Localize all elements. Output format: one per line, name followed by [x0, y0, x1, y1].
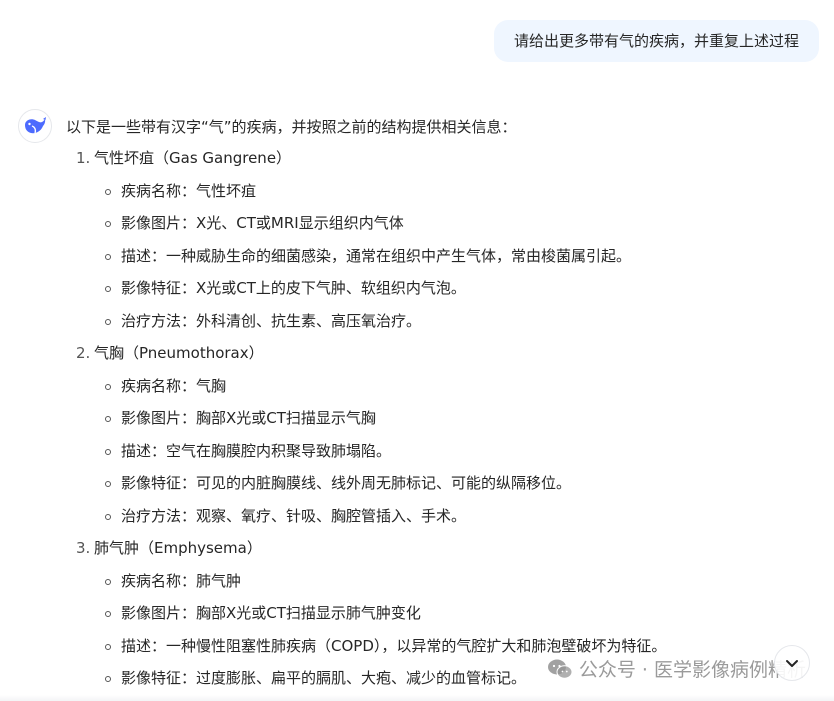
disease-details: 疾病名称：气胸影像图片：胸部X光或CT扫描显示气胸 描述：空气在胸膜腔内积聚导致肺… — [66, 370, 806, 533]
watermark: 公众号 · 医学影像病例精析 — [547, 655, 806, 682]
detail-item: 疾病名称：气性坏疽 — [66, 175, 806, 208]
detail-text: 描述：一种威胁生命的细菌感染，通常在组织中产生气体，常由梭菌属引起。 — [121, 246, 632, 265]
detail-text: 治疗方法：观察、氧疗、针吸、胸腔管插入、手术。 — [121, 506, 467, 525]
detail-text: 影像特征：可见的内脏胸膜线、线外周无肺标记、可能的纵隔移位。 — [121, 474, 572, 492]
wechat-icon — [547, 659, 573, 679]
assistant-avatar — [18, 109, 52, 143]
detail-text: 疾病名称：气性坏疽 — [121, 181, 257, 200]
disease-item: 1. 气性坏疽（Gas Gangrene） 疾病名称：气性坏疽 影像图片：X光、CT或… — [66, 142, 806, 337]
disease-details: 疾病名称：气性坏疽影像图片：X光、CT或MRI显示组织内气体描述：一种威胁生命的… — [66, 175, 806, 338]
disease-title-text: 气胸（Pneumothorax） — [94, 344, 264, 362]
disease-item: 2. 气胸（Pneumothorax） 疾病名称：气胸 影像图片：胸部X光或CT扫描显… — [66, 337, 806, 532]
detail-text: 疾病名称：肺气肿 — [121, 571, 242, 590]
detail-item: 描述：空气在胸膜腔内积聚导致肺塌陷。 — [66, 435, 806, 468]
detail-item: 治疗方法：观察、氧疗、针吸、胸腔管插入、手术。 — [66, 500, 806, 533]
user-message-text: 请给出更多带有气的疾病，并重复上述过程 — [513, 32, 799, 50]
detail-item: 影像特征：X光或CT上的皮下气肿、软组织内气泡。 — [66, 272, 806, 305]
detail-text: 影像图片：胸部X光或CT扫描显示气胸 — [121, 409, 376, 427]
detail-item: 影像特征：可见的内脏胸膜线、线外周无肺标记、可能的纵隔移位。 — [66, 467, 806, 500]
detail-text: 疾病名称：气胸 — [121, 376, 227, 395]
detail-item: 影像图片：胸部X光或CT扫描显示气胸 — [66, 402, 806, 435]
disease-title: 1. 气性坏疽（Gas Gangrene） — [66, 142, 806, 175]
detail-text: 影像图片：X光、CT或MRI显示组织内气体 — [121, 214, 404, 232]
watermark-text: 公众号 · 医学影像病例精析 — [578, 659, 806, 681]
user-message-bubble: 请给出更多带有气的疾病，并重复上述过程 — [493, 20, 819, 62]
disease-list: 1. 气性坏疽（Gas Gangrene） 疾病名称：气性坏疽 影像图片：X光、CT或… — [66, 142, 806, 695]
detail-item: 影像图片：X光、CT或MRI显示组织内气体 — [66, 207, 806, 240]
whale-logo-icon — [25, 117, 46, 134]
detail-item: 疾病名称：肺气肿 — [66, 565, 806, 598]
disease-number: 1. — [76, 149, 91, 167]
detail-item: 描述：一种威胁生命的细菌感染，通常在组织中产生气体，常由梭菌属引起。 — [66, 240, 806, 273]
detail-text: 治疗方法：外科清创、抗生素、高压氧治疗。 — [121, 311, 422, 330]
assistant-answer: 以下是一些带有汉字“气”的疾病，并按照之前的结构提供相关信息： 1. 气性坏疽（G… — [66, 112, 806, 695]
disease-number: 2. — [76, 344, 91, 362]
disease-title-text: 气性坏疽（Gas Gangrene） — [94, 149, 292, 167]
disease-title: 2. 气胸（Pneumothorax） — [66, 337, 806, 370]
detail-text: 影像图片：胸部X光或CT扫描显示肺气肿变化 — [121, 604, 421, 622]
chat-page: 请给出更多带有气的疾病，并重复上述过程 以下是一些带有汉字“气”的疾病，并按照之… — [0, 0, 834, 701]
detail-item: 疾病名称：气胸 — [66, 370, 806, 403]
disease-title-text: 肺气肿（Emphysema） — [94, 539, 262, 557]
detail-text: 描述：空气在胸膜腔内积聚导致肺塌陷。 — [121, 441, 392, 460]
disease-title: 3. 肺气肿（Emphysema） — [66, 532, 806, 565]
scroll-to-bottom-button[interactable] — [774, 645, 810, 681]
input-area-edge — [0, 695, 834, 701]
detail-item: 治疗方法：外科清创、抗生素、高压氧治疗。 — [66, 305, 806, 338]
disease-number: 3. — [76, 539, 91, 557]
detail-text: 影像特征：过度膨胀、扁平的膈肌、大疱、减少的血管标记。 — [121, 669, 527, 687]
answer-intro: 以下是一些带有汉字“气”的疾病，并按照之前的结构提供相关信息： — [66, 118, 517, 136]
detail-text: 影像特征：X光或CT上的皮下气肿、软组织内气泡。 — [121, 279, 466, 297]
detail-item: 影像图片：胸部X光或CT扫描显示肺气肿变化 — [66, 597, 806, 630]
chevron-down-icon — [786, 660, 798, 667]
